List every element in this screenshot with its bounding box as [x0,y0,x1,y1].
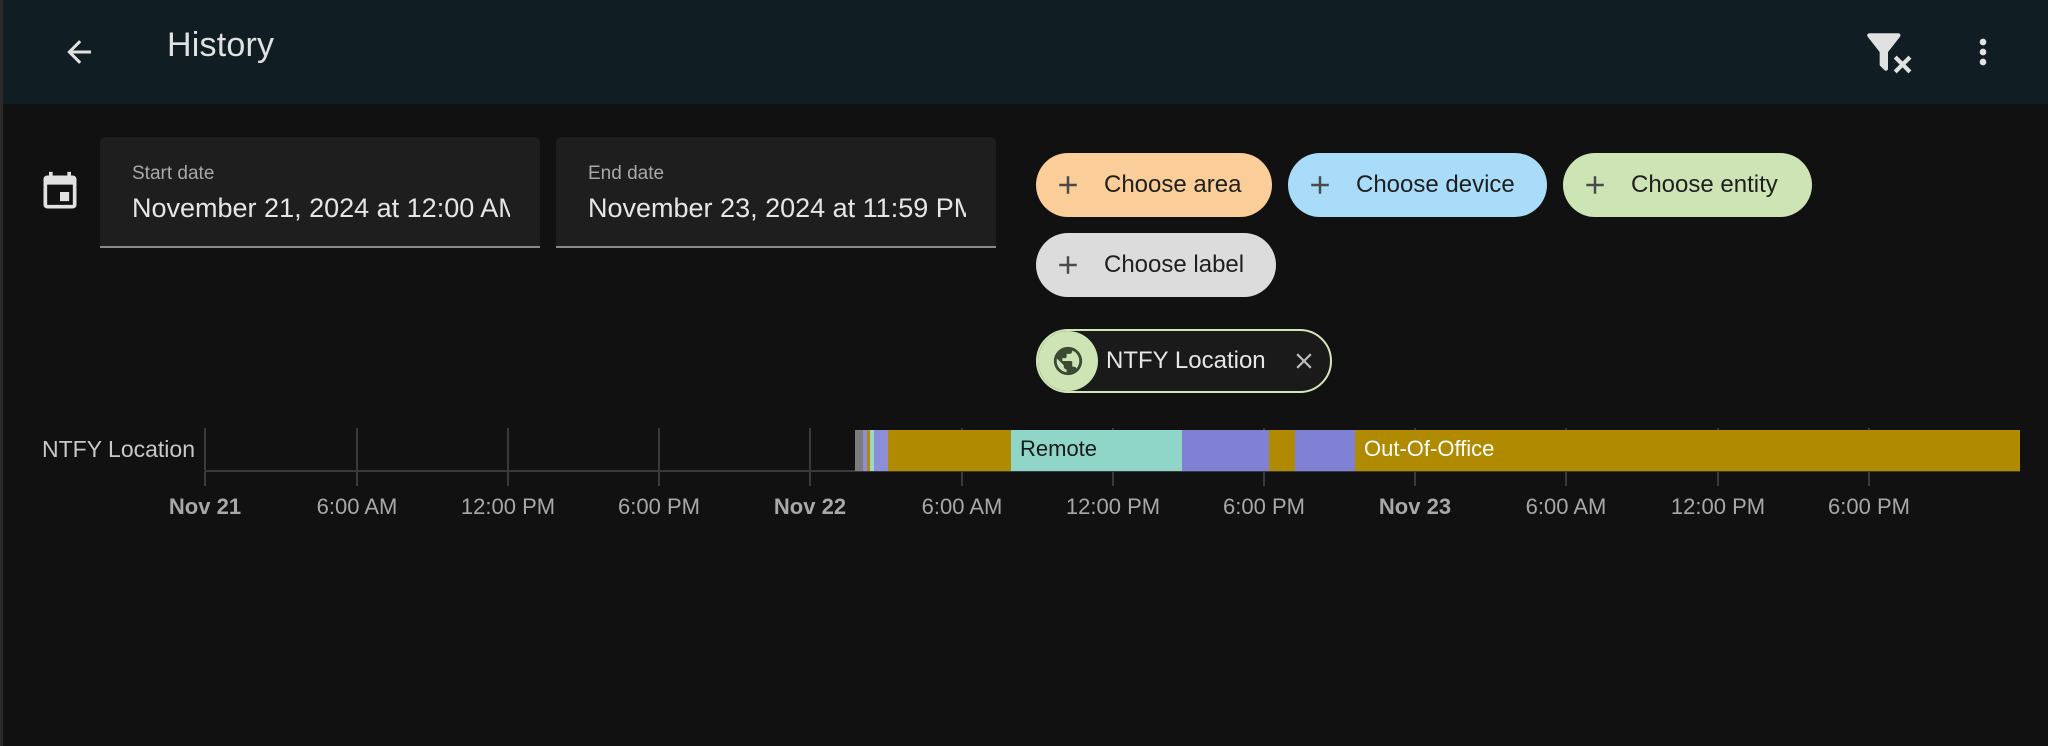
choose-device-label: Choose device [1356,171,1515,198]
end-date-field[interactable]: End date November 23, 2024 at 11:59 PM [556,137,996,248]
tick-label: Nov 23 [1378,494,1452,519]
out-of-office-state-label: Out-Of-Office [1364,436,1495,461]
clear-filter-button[interactable] [1858,22,1918,82]
remove-entity-button[interactable] [1288,345,1320,377]
tick-label: 6:00 AM [316,494,398,519]
filter-remove-icon [1867,33,1912,74]
plus-icon [1563,170,1627,200]
selected-entity-name: NTFY Location [1106,347,1266,374]
plus-icon [1288,170,1352,200]
page-title: History [167,26,275,64]
tick-label: 12:00 PM [460,494,556,519]
choose-area-button[interactable]: Choose area [1036,153,1272,217]
end-date-label: End date [588,163,665,184]
tick-label: 12:00 PM [1670,494,1766,519]
calendar-icon[interactable] [38,170,82,214]
selected-entity-chip[interactable]: NTFY Location [1036,329,1332,393]
choose-entity-button[interactable]: Choose entity [1563,153,1812,217]
tick-label: 6:00 PM [1223,494,1305,519]
choose-area-label: Choose area [1104,171,1242,198]
end-date-value: November 23, 2024 at 11:59 PM [588,193,966,223]
timeline-segment[interactable] [888,430,1011,471]
timeline-segment[interactable] [1182,430,1269,471]
tick-label: 6:00 PM [618,494,700,519]
timeline-segment[interactable] [874,430,888,471]
choose-device-button[interactable]: Choose device [1288,153,1547,217]
start-date-value: November 21, 2024 at 12:00 AM [132,193,510,223]
close-icon [1296,353,1312,369]
remote-state-label: Remote [1020,436,1098,461]
globe-icon [1038,331,1098,391]
tick-label: 6:00 AM [921,494,1003,519]
start-date-field[interactable]: Start date November 21, 2024 at 12:00 AM [100,137,540,248]
back-button[interactable] [49,22,109,82]
more-options-button[interactable] [1953,22,2013,82]
timeline-segment[interactable] [855,430,863,471]
start-date-label: Start date [132,163,215,184]
choose-label-button[interactable]: Choose label [1036,233,1276,297]
tick-label: 6:00 AM [1525,494,1607,519]
tick-label: Nov 21 [168,494,242,519]
tick-label: 6:00 PM [1828,494,1910,519]
window-edge [0,0,3,746]
tick-label: Nov 22 [773,494,847,519]
dots-vertical-icon [1979,38,1987,66]
plus-icon [1036,170,1100,200]
plus-icon [1036,250,1100,280]
timeline-segment[interactable] [1269,430,1295,471]
tick-label: 12:00 PM [1065,494,1161,519]
choose-entity-label: Choose entity [1631,171,1778,198]
app-header: History [3,0,2048,104]
arrow-left-icon [67,40,91,64]
timeline-entity-label: NTFY Location [42,436,195,462]
choose-label-label: Choose label [1104,251,1245,278]
timeline-segment[interactable] [1295,430,1355,471]
